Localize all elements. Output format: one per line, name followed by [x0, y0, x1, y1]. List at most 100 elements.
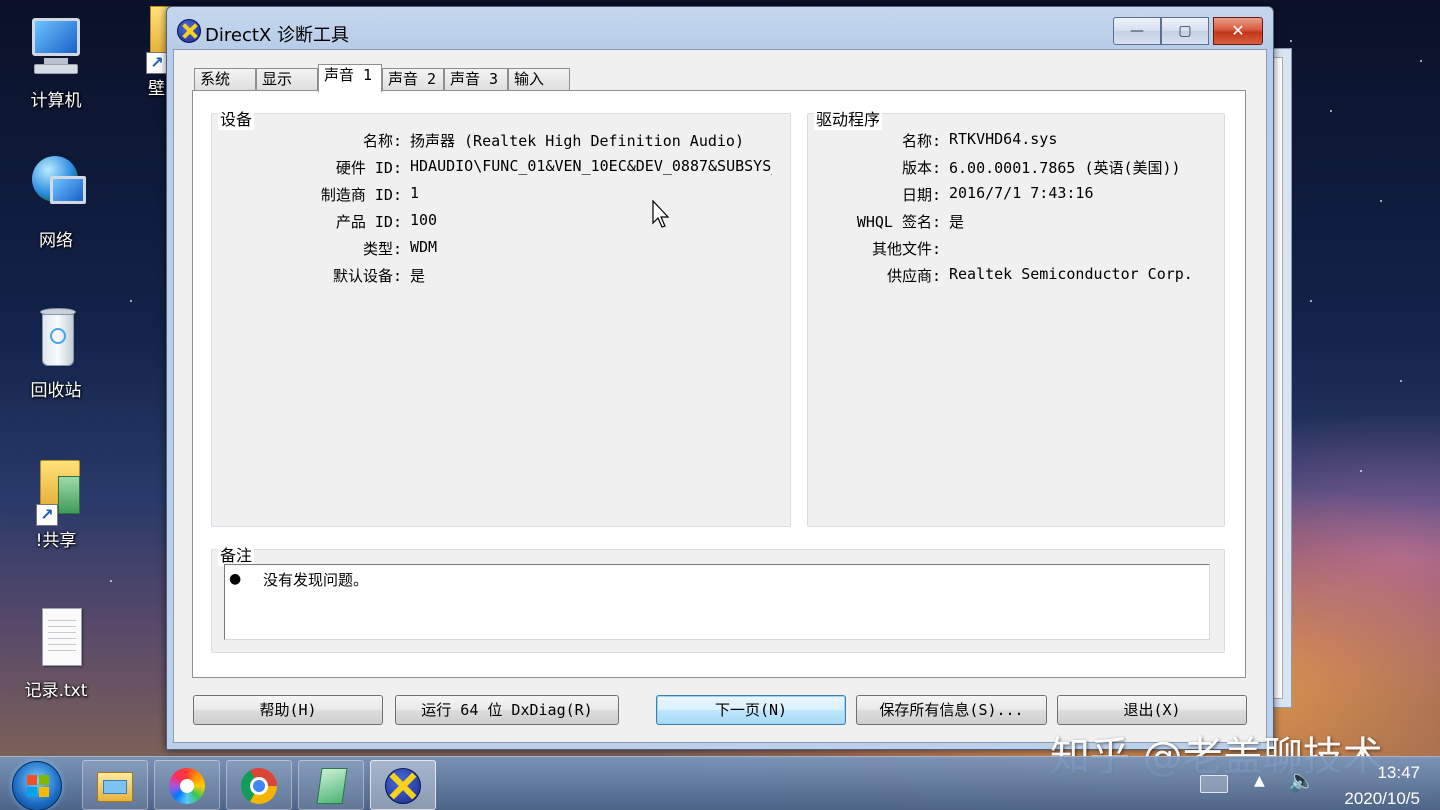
driver-whql-label: WHQL 签名: — [856, 213, 941, 231]
maximize-button[interactable]: ▢ — [1161, 17, 1209, 45]
desktop-icon-notes-file[interactable]: 记录.txt — [8, 606, 104, 701]
device-default-label: 默认设备: — [332, 267, 402, 285]
window-client-area: 系统 显示 声音 1 声音 2 声音 3 输入 设备 名称: 扬声器 (Real… — [173, 49, 1267, 743]
taskbar-media-player[interactable] — [154, 760, 220, 810]
driver-group: 驱动程序 名称: RTKVHD64.sys 版本: 6.00.0001.7865… — [807, 106, 1225, 527]
run-64bit-dxdiag-button[interactable]: 运行 64 位 DxDiag(R) — [395, 695, 619, 725]
desktop-icon-recycle-bin[interactable]: 回收站 — [8, 306, 104, 401]
device-product-id-label: 产品 ID: — [335, 213, 402, 231]
help-button[interactable]: 帮助(H) — [193, 695, 383, 725]
taskbar-file-explorer[interactable] — [82, 760, 148, 810]
window-title: DirectX 诊断工具 — [205, 25, 349, 46]
recycle-bin-icon — [24, 306, 88, 370]
minimize-button[interactable]: — — [1113, 17, 1161, 45]
device-name-label: 名称: — [362, 132, 402, 150]
taskbar-chrome[interactable] — [226, 760, 292, 810]
desktop-icon-label: 网络 — [39, 231, 73, 251]
system-clock[interactable]: 13:47 2020/10/5 — [1310, 763, 1420, 809]
exit-button[interactable]: 退出(X) — [1057, 695, 1247, 725]
driver-whql-row: WHQL 签名: — [808, 211, 941, 233]
computer-icon — [24, 16, 88, 80]
text-file-icon — [24, 606, 88, 670]
device-group: 设备 名称: 扬声器 (Realtek High Definition Audi… — [211, 106, 791, 527]
start-button[interactable] — [12, 761, 62, 810]
device-product-id-row: 产品 ID: — [212, 211, 402, 233]
driver-version-label: 版本: — [901, 159, 941, 177]
notes-group-title: 备注 — [218, 542, 255, 566]
directx-icon — [177, 19, 201, 43]
desktop-icon-network[interactable]: 网络 — [8, 156, 104, 251]
device-product-id-value: 100 — [410, 211, 438, 229]
clock-date: 2020/10/5 — [1344, 789, 1420, 808]
device-manufacturer-id-value: 1 — [410, 184, 420, 202]
notes-item: 没有发现问题。 — [263, 571, 369, 589]
notepad-icon — [311, 766, 351, 806]
device-hardware-id-value: HDAUDIO\FUNC_01&VEN_10EC&DEV_0887&SUBSYS… — [410, 157, 772, 175]
device-type-value: WDM — [410, 238, 438, 256]
tab-sound-1[interactable]: 声音 1 — [318, 64, 382, 92]
folder-icon — [95, 766, 135, 806]
driver-name-row: 名称: — [808, 130, 941, 152]
desktop-icon-share[interactable]: ↗ !共享 — [8, 456, 104, 551]
notes-list[interactable]: ● 没有发现问题。 — [224, 564, 1210, 640]
taskbar-notepad[interactable] — [298, 760, 364, 810]
driver-name-value: RTKVHD64.sys — [949, 130, 1058, 148]
network-icon — [24, 156, 88, 220]
driver-name-label: 名称: — [901, 132, 941, 150]
driver-date-value: 2016/7/1 7:43:16 — [949, 184, 1094, 202]
driver-whql-value: 是 — [949, 213, 965, 231]
title-bar[interactable]: DirectX 诊断工具 — ▢ ✕ — [167, 7, 1273, 49]
show-hidden-icons-icon[interactable]: ▲ — [1254, 773, 1265, 789]
driver-provider-row: 供应商: — [808, 265, 941, 287]
driver-provider-value: Realtek Semiconductor Corp. — [949, 265, 1193, 283]
keyboard-icon[interactable] — [1200, 775, 1228, 793]
save-all-info-button[interactable]: 保存所有信息(S)... — [856, 695, 1047, 725]
color-wheel-icon — [167, 766, 207, 806]
device-type-row: 类型: — [212, 238, 402, 260]
chrome-icon — [239, 766, 279, 806]
driver-date-label: 日期: — [901, 186, 941, 204]
tab-sound-2[interactable]: 声音 2 — [382, 68, 444, 90]
driver-group-title: 驱动程序 — [814, 106, 883, 130]
desktop-icon-label: !共享 — [35, 531, 77, 551]
tab-panel-sound-1: 设备 名称: 扬声器 (Realtek High Definition Audi… — [192, 90, 1246, 678]
close-button[interactable]: ✕ — [1213, 17, 1263, 45]
shortcut-arrow-icon: ↗ — [36, 504, 58, 526]
device-hardware-id-row: 硬件 ID: — [212, 157, 402, 179]
desktop-icon-computer[interactable]: 计算机 — [8, 16, 104, 111]
driver-version-row: 版本: — [808, 157, 941, 179]
device-group-title: 设备 — [218, 106, 255, 130]
tab-display[interactable]: 显示 — [256, 68, 318, 90]
desktop-icon-label: 记录.txt — [24, 681, 88, 701]
device-manufacturer-id-label: 制造商 ID: — [320, 186, 402, 204]
desktop-icon-label: 回收站 — [30, 381, 82, 401]
driver-provider-label: 供应商: — [886, 267, 941, 285]
driver-version-value: 6.00.0001.7865 (英语(美国)) — [949, 159, 1181, 177]
next-page-button[interactable]: 下一页(N) — [656, 695, 846, 725]
clock-time: 13:47 — [1377, 763, 1420, 782]
tab-input[interactable]: 输入 — [508, 68, 570, 90]
dxdiag-window[interactable]: DirectX 诊断工具 — ▢ ✕ 系统 显示 声音 1 声音 2 声音 3 … — [166, 6, 1274, 750]
taskbar-directx-diagnostic[interactable] — [370, 760, 436, 810]
windows-logo-icon — [27, 775, 49, 797]
device-name-value: 扬声器 (Realtek High Definition Audio) — [410, 132, 744, 150]
desktop-icon-wallpaper[interactable]: ↗ 壁 — [110, 4, 170, 99]
device-manufacturer-id-row: 制造商 ID: — [212, 184, 402, 206]
device-default-value: 是 — [410, 267, 426, 285]
driver-other-files-label: 其他文件: — [871, 240, 941, 258]
folder-icon: ↗ — [24, 456, 88, 526]
device-hardware-id-label: 硬件 ID: — [335, 159, 402, 177]
tab-system[interactable]: 系统 — [194, 68, 256, 90]
folder-icon: ↗ — [120, 4, 170, 74]
notes-group: 备注 ● 没有发现问题。 — [211, 542, 1225, 653]
driver-other-files-row: 其他文件: — [808, 238, 941, 260]
taskbar: ▲ 🔈 13:47 2020/10/5 — [0, 756, 1440, 810]
device-name-row: 名称: — [212, 130, 402, 152]
device-type-label: 类型: — [362, 240, 402, 258]
bullet-icon: ● — [229, 571, 242, 587]
tab-sound-3[interactable]: 声音 3 — [444, 68, 508, 90]
device-default-row: 默认设备: — [212, 265, 402, 287]
shortcut-arrow-icon: ↗ — [146, 52, 168, 74]
mouse-cursor-icon — [652, 200, 670, 228]
desktop-icon-label: 壁 — [148, 79, 165, 99]
